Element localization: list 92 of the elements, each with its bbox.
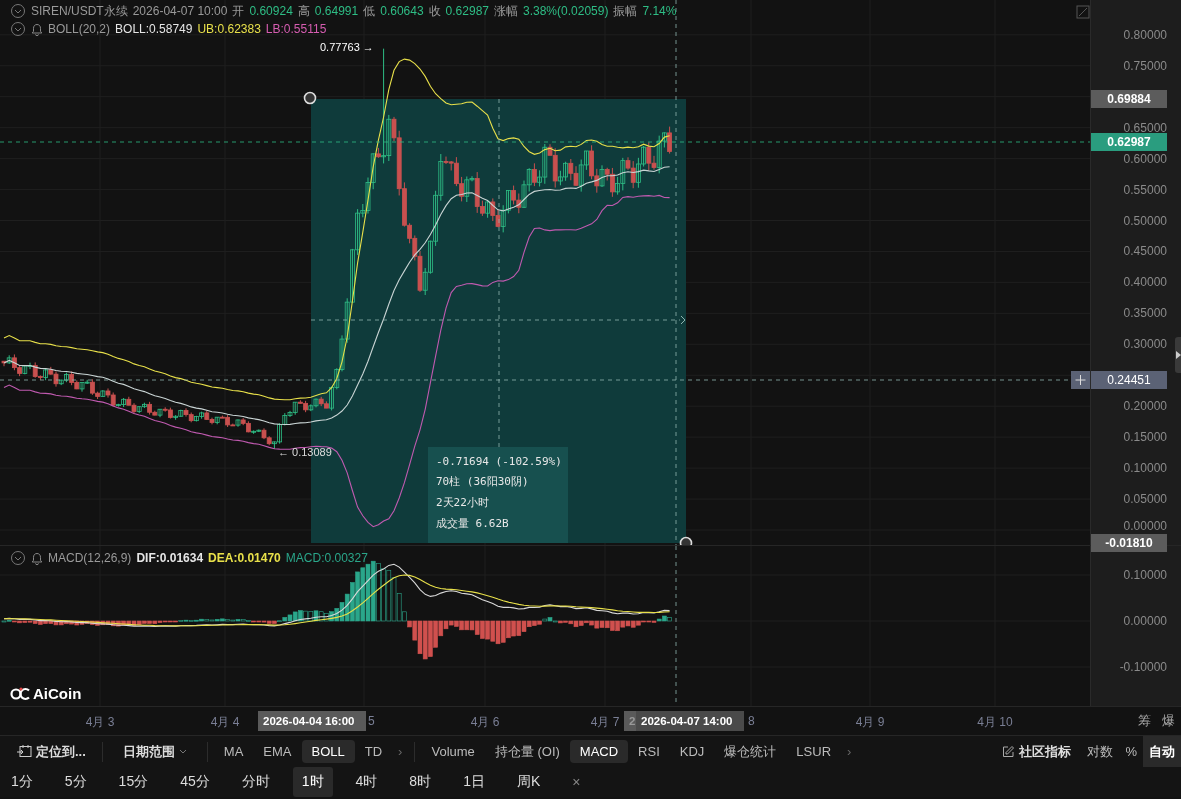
axis-tick-label: 0.30000 xyxy=(1123,337,1167,352)
indicator-value: LB:0.55115 xyxy=(265,22,327,36)
price-marker: 0.24451 xyxy=(1091,371,1167,389)
interval-tab[interactable]: 周K xyxy=(507,768,550,796)
indicator-tab[interactable]: EMA xyxy=(253,740,302,763)
interval-tab[interactable]: 1分 xyxy=(2,768,42,796)
axis-tick-label: 0.65000 xyxy=(1123,120,1167,135)
axis-tick-label: 0.00000 xyxy=(1123,519,1167,533)
interval-tab[interactable]: 1时 xyxy=(292,767,333,797)
indicator-tab[interactable]: TD xyxy=(354,740,393,763)
high-price-label: 0.77763 → xyxy=(320,41,374,53)
stat-label: 振幅 xyxy=(613,2,638,20)
stat-value: 3.38%(0.02059) xyxy=(523,4,609,18)
interval-tab[interactable]: 15分 xyxy=(109,768,158,796)
axis-tick-label: 0.50000 xyxy=(1123,213,1167,228)
axis-tick-label: 4月 9 xyxy=(855,714,885,731)
indicator-tab[interactable]: BOLL xyxy=(301,740,355,763)
axis-tick-label: 0.35000 xyxy=(1123,306,1167,321)
stat-label: 涨幅 xyxy=(494,2,518,20)
symbol-name: SIREN/USDT永续 xyxy=(31,2,128,20)
close-button[interactable]: × xyxy=(563,769,590,795)
stat-label: 高 xyxy=(297,2,310,20)
stat-value: 0.62987 xyxy=(445,4,489,18)
indicator-name: MACD(12,26,9) xyxy=(48,551,132,565)
price-marker: -0.01810 xyxy=(1091,534,1167,552)
axis-tick-label: 0.20000 xyxy=(1123,399,1167,414)
indicator-tab[interactable]: 持仓量 (OI) xyxy=(484,738,570,765)
indicator-tab[interactable]: 爆仓统计 xyxy=(714,738,787,765)
interval-tab[interactable]: 1日 xyxy=(454,768,494,796)
measure-info-text: 成交量 6.62B xyxy=(436,516,510,531)
axis-tick-label: 0.60000 xyxy=(1123,151,1167,166)
price-marker: 0.62987 xyxy=(1091,133,1167,151)
measure-info-text: 70柱 (36阳30阴) xyxy=(436,474,530,489)
indicator-value: BOLL:0.58749 xyxy=(115,22,193,36)
measure-info-text: 2天22小时 xyxy=(436,495,490,510)
interval-tab[interactable]: 8时 xyxy=(400,768,441,796)
bar-time: 2026-04-07 10:00 xyxy=(132,4,228,18)
axis-toggle-button[interactable]: 筹 xyxy=(1138,712,1151,730)
interval-tab[interactable]: 4时 xyxy=(346,768,387,796)
axis-tick-label: 0.10000 xyxy=(1123,568,1167,582)
stat-value: 0.60924 xyxy=(249,4,293,18)
community-indicators-button[interactable]: 社区指标 xyxy=(992,738,1082,765)
low-price-label: ← 0.13089 xyxy=(278,446,332,458)
indicator-tab[interactable]: MA xyxy=(213,740,254,763)
stat-value: 0.60643 xyxy=(380,4,424,18)
logo-text: AiCoin xyxy=(33,685,82,702)
axis-tick-label: 4月 4 xyxy=(210,714,240,731)
axis-tick-label: 4月 6 xyxy=(470,714,500,731)
indicator-value: DIF:0.01634 xyxy=(136,551,204,565)
axis-tick-label: 0.45000 xyxy=(1123,244,1167,259)
axis-tick-label: 4月 10 xyxy=(977,714,1013,731)
indicator-value: DEA:0.01470 xyxy=(208,551,281,565)
price-marker: 0.69884 xyxy=(1091,90,1167,108)
indicator-tab[interactable]: RSI xyxy=(628,740,670,763)
indicator-tab[interactable]: Volume xyxy=(421,740,485,763)
indicator-tab[interactable]: LSUR xyxy=(786,740,842,763)
date-range-dropdown[interactable]: 日期范围 xyxy=(108,738,201,765)
stat-label: 收 xyxy=(428,2,441,20)
stat-value: 0.64991 xyxy=(314,4,359,18)
scale-option[interactable]: % xyxy=(1119,740,1143,763)
axis-tick-label: 0.05000 xyxy=(1123,492,1167,507)
interval-tab[interactable]: 分时 xyxy=(232,768,279,796)
axis-tick-label: 0.40000 xyxy=(1123,275,1167,290)
locate-button[interactable]: 定位到... xyxy=(6,738,96,765)
stat-label: 开 xyxy=(232,2,245,20)
scale-option[interactable]: 对数 xyxy=(1081,738,1120,765)
time-marker: 2026-04-04 16:00 xyxy=(258,711,366,731)
indicator-value: UB:0.62383 xyxy=(197,22,261,36)
indicator-value: MACD:0.00327 xyxy=(285,551,368,565)
axis-tick-label: 8 xyxy=(748,714,755,728)
axis-tick-label: 4月 7 xyxy=(590,714,620,731)
measure-info-text: -0.71694 (-102.59%) xyxy=(436,455,563,468)
axis-tick-label: 0.80000 xyxy=(1123,27,1167,42)
indicator-tab[interactable]: MACD xyxy=(569,740,629,763)
axis-tick-label: 0.15000 xyxy=(1123,430,1167,445)
time-marker: 2 xyxy=(624,711,636,731)
axis-tick-label: -0.10000 xyxy=(1119,660,1167,674)
time-marker: 2026-04-07 14:00 xyxy=(636,711,744,731)
axis-tick-label: 5 xyxy=(368,714,375,728)
scale-option[interactable]: 自动 xyxy=(1143,735,1181,768)
axis-tick-label: 4月 3 xyxy=(85,714,115,731)
interval-tab[interactable]: 5分 xyxy=(55,768,96,796)
stat-value: 7.14% xyxy=(642,4,677,18)
axis-tick-label: 0.00000 xyxy=(1123,614,1167,628)
axis-tick-label: 0.10000 xyxy=(1123,461,1167,476)
indicator-tab[interactable]: KDJ xyxy=(669,740,715,763)
interval-tab[interactable]: 45分 xyxy=(171,768,219,796)
indicator-name: BOLL(20,2) xyxy=(48,22,111,36)
axis-toggle-button[interactable]: 爆 xyxy=(1162,712,1175,730)
stat-label: 低 xyxy=(363,2,376,20)
axis-tick-label: 0.75000 xyxy=(1123,58,1167,73)
axis-tick-label: 0.55000 xyxy=(1123,182,1167,197)
